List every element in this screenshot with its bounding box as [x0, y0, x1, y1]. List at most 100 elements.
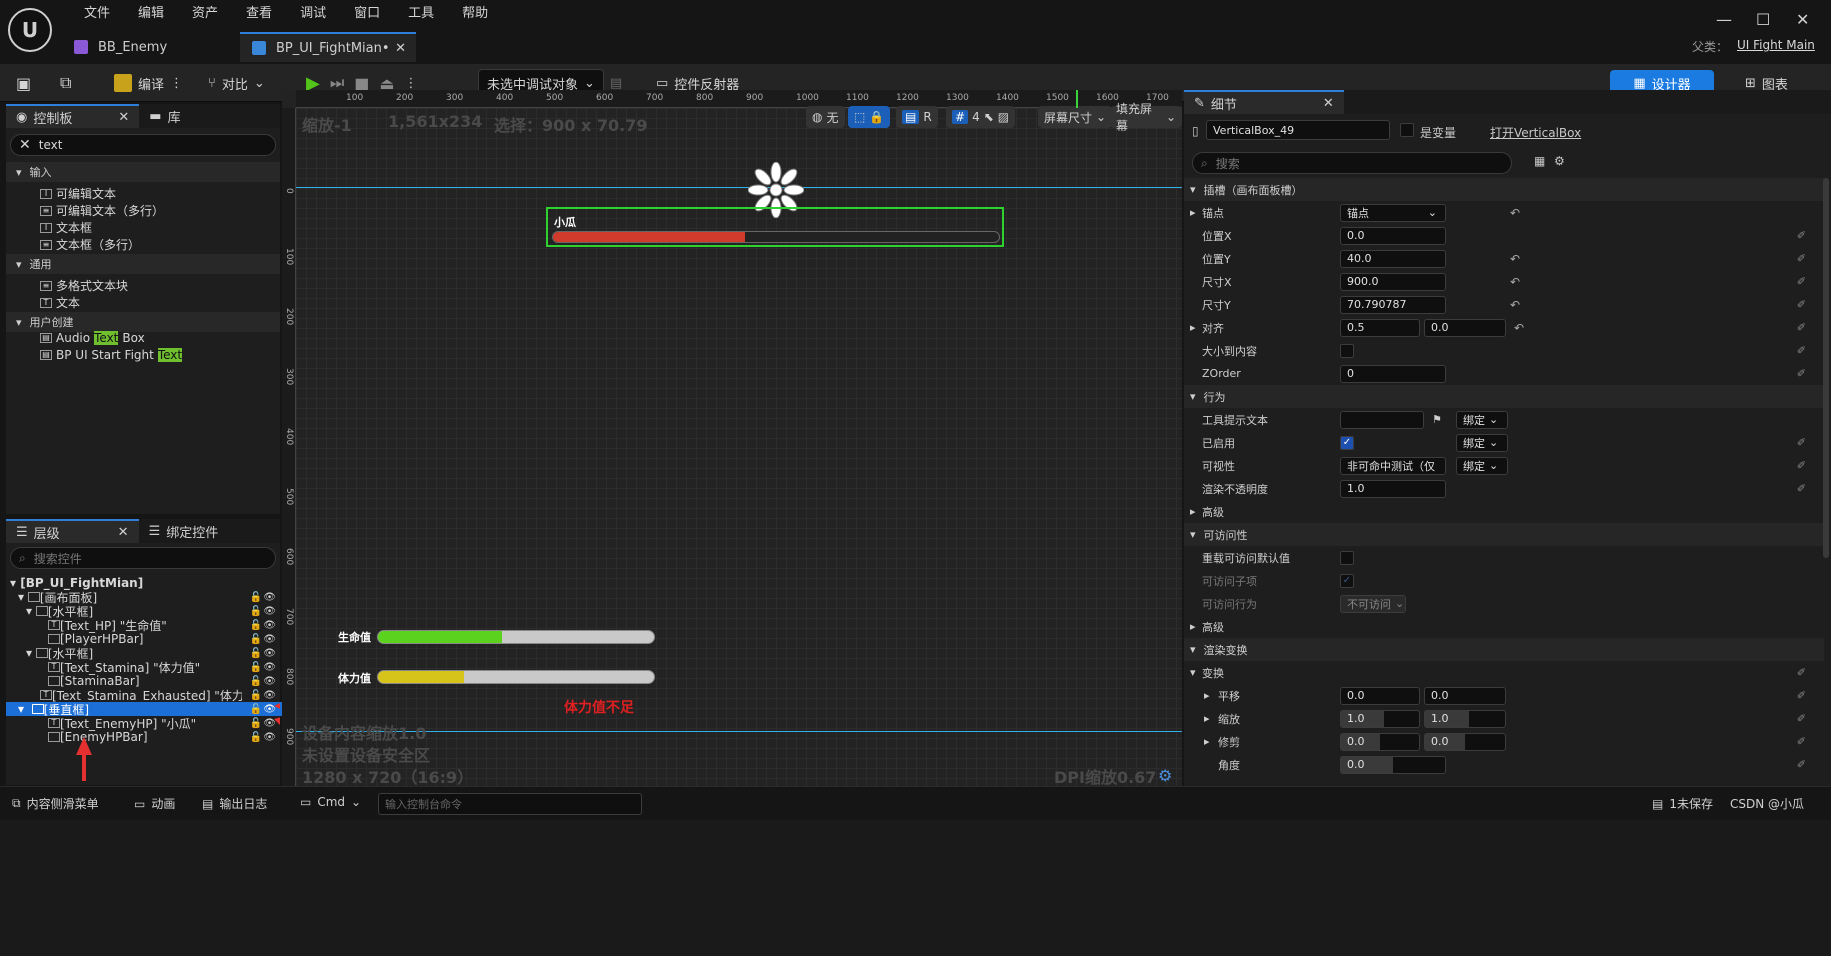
eye-icon[interactable]: 👁 [263, 592, 276, 603]
hp-label-text[interactable]: 生命值 [338, 629, 371, 645]
palette-item[interactable]: ▤ BP UI Start Fight Text [40, 348, 183, 362]
stamina-bar[interactable] [377, 670, 655, 684]
align-x-field[interactable]: 0.5 [1340, 318, 1420, 337]
tab-bp-ui-fightmian[interactable]: BP_UI_FightMian• ✕ [240, 32, 416, 62]
stamina-exhausted-text[interactable]: 体力值不足 [564, 697, 634, 717]
lock-icon[interactable]: 🔓 [250, 662, 262, 673]
pin-icon[interactable]: ✐ [1797, 344, 1806, 357]
gear-icon[interactable]: ⚙ [1158, 766, 1172, 785]
lock-icon[interactable]: 🔓 [250, 704, 262, 715]
menu-window[interactable]: 窗口 [340, 6, 394, 22]
pos-x-field[interactable]: 0.0 [1340, 226, 1446, 245]
palette-item[interactable]: I 可编辑文本 [40, 185, 116, 202]
bind-dropdown[interactable]: 绑定 ⌄ [1456, 410, 1508, 429]
maximize-icon[interactable]: ☐ [1756, 10, 1770, 29]
compile-button[interactable]: 编译 ⋮ [114, 70, 183, 96]
category-input[interactable]: ▾ 输入 [6, 162, 280, 182]
palette-item[interactable]: T 文本 [40, 294, 80, 311]
pin-icon[interactable]: ✐ [1797, 275, 1806, 288]
grid-snap-toggle[interactable]: #4 ⬉ ▨ [946, 106, 1016, 128]
bind-dropdown[interactable]: 绑定 ⌄ [1456, 456, 1508, 475]
chevron-right-icon[interactable]: ▸ [1204, 689, 1210, 702]
save-button[interactable]: ▣ [16, 70, 31, 96]
reset-icon[interactable]: ↶ [1510, 206, 1520, 220]
chevron-right-icon[interactable]: ▸ [1190, 321, 1196, 334]
hierarchy-search[interactable]: ⌕ 搜索控件 [10, 547, 276, 569]
tab-palette[interactable]: ◉ 控制板 ✕ [6, 104, 140, 128]
reset-icon[interactable]: ↶ [1514, 321, 1524, 335]
fill-screen-dropdown[interactable]: 填充屏幕 ⌄ [1110, 102, 1182, 133]
details-scrollbar[interactable] [1823, 178, 1829, 558]
enabled-checkbox[interactable]: ✓ [1340, 435, 1354, 450]
palette-item[interactable]: I 文本框 [40, 219, 92, 236]
cmd-dropdown[interactable]: ▭ Cmd ⌄ [300, 795, 361, 809]
chevron-right-icon[interactable]: ▸ [1190, 206, 1196, 219]
pin-icon[interactable]: ✐ [1797, 735, 1806, 748]
select-lock-toggle[interactable]: ⬚ 🔒 [848, 106, 891, 128]
lock-icon[interactable]: 🔓 [250, 676, 262, 687]
menu-asset[interactable]: 资产 [178, 6, 232, 22]
reset-icon[interactable]: ↶ [1510, 298, 1520, 312]
animation-button[interactable]: ▭ 动画 [134, 795, 175, 812]
diff-button[interactable]: ⑂ 对比 ⌄ [208, 70, 265, 96]
menu-view[interactable]: 查看 [232, 6, 286, 22]
more-icon[interactable]: ⋮ [170, 76, 183, 91]
children-checkbox[interactable]: ✓ [1340, 573, 1354, 588]
flag-icon[interactable]: ⚑ [1432, 413, 1442, 426]
shear-y-field[interactable]: 0.0 [1424, 732, 1506, 751]
scale-x-field[interactable]: 1.0 [1340, 709, 1420, 728]
menu-debug[interactable]: 调试 [286, 6, 340, 22]
section-accessibility[interactable]: ▾ 可访问性 [1184, 523, 1824, 546]
details-search-input[interactable]: 搜索 [1216, 155, 1240, 172]
close-icon[interactable]: ✕ [118, 110, 129, 125]
eye-icon[interactable]: 👁 [263, 620, 276, 631]
category-common[interactable]: ▾ 通用 [6, 254, 280, 274]
source-control-button[interactable]: CSDN @小瓜 [1730, 795, 1804, 812]
console-command-input[interactable]: 输入控制台命令 [378, 793, 642, 815]
pin-icon[interactable]: ✐ [1797, 436, 1806, 449]
tab-hierarchy[interactable]: ☰ 层级 ✕ [6, 519, 139, 543]
translate-y-field[interactable]: 0.0 [1424, 686, 1506, 705]
pin-icon[interactable]: ✐ [1797, 367, 1806, 380]
player-hp-bar[interactable] [377, 630, 655, 644]
pin-icon[interactable]: ✐ [1797, 689, 1806, 702]
debug-filter-icon[interactable]: ▤ [610, 76, 622, 91]
pin-icon[interactable]: ✐ [1797, 229, 1806, 242]
tab-bb-enemy[interactable]: BB_Enemy [62, 32, 179, 62]
palette-item[interactable]: ▤ Audio Text Box [40, 331, 145, 345]
size-x-field[interactable]: 900.0 [1340, 272, 1446, 291]
pin-icon[interactable]: ✐ [1797, 666, 1806, 679]
section-render-transform[interactable]: ▾ 渲染变换 [1184, 638, 1824, 661]
anchor-dropdown[interactable]: 锚点 ⌄ [1340, 203, 1446, 222]
designer-canvas[interactable]: 100 200 300 400 500 600 700 800 900 1000 1100 1200 1… [282, 90, 1182, 786]
unreal-logo-icon[interactable]: U [8, 8, 52, 52]
tree-row-text-stamina[interactable]: T [Text_Stamina] "体力值" 🔓 👁 [6, 660, 284, 675]
content-drawer-button[interactable]: ⧉ 内容侧滑菜单 [12, 795, 99, 812]
autosize-checkbox[interactable] [1340, 343, 1354, 358]
eye-icon[interactable]: 👁 [263, 662, 276, 673]
chevron-down-icon[interactable]: ▾ [1190, 666, 1196, 679]
screen-size-dropdown[interactable]: 屏幕尺寸 ⌄ [1038, 106, 1113, 128]
localization-toggle[interactable]: ◍ 无 [806, 106, 845, 128]
pin-icon[interactable]: ✐ [1797, 712, 1806, 725]
stamina-label-text[interactable]: 体力值 [338, 670, 371, 686]
translate-x-field[interactable]: 0.0 [1340, 686, 1420, 705]
shear-x-field[interactable]: 0.0 [1340, 732, 1420, 751]
pin-icon[interactable]: ✐ [1797, 459, 1806, 472]
lock-icon[interactable]: 🔓 [250, 732, 262, 743]
eye-icon[interactable]: 👁 [263, 732, 276, 743]
eye-icon[interactable]: 👁 [263, 718, 276, 729]
close-tab-icon[interactable]: ✕ [395, 41, 406, 56]
angle-field[interactable]: 0.0 [1340, 755, 1446, 774]
eye-icon[interactable]: 👁 [263, 704, 276, 715]
menu-file[interactable]: 文件 [70, 6, 124, 22]
lock-icon[interactable]: 🔓 [250, 718, 262, 729]
palette-item[interactable]: ≡ 可编辑文本（多行） [40, 202, 164, 219]
menu-edit[interactable]: 编辑 [124, 6, 178, 22]
eye-icon[interactable]: 👁 [263, 606, 276, 617]
palette-item[interactable]: ≡ 文本框（多行） [40, 236, 140, 253]
close-window-icon[interactable]: ✕ [1796, 10, 1809, 29]
chevron-right-icon[interactable]: ▸ [1204, 735, 1210, 748]
align-y-field[interactable]: 0.0 [1424, 318, 1506, 337]
palette-search-input[interactable]: text [39, 138, 63, 152]
